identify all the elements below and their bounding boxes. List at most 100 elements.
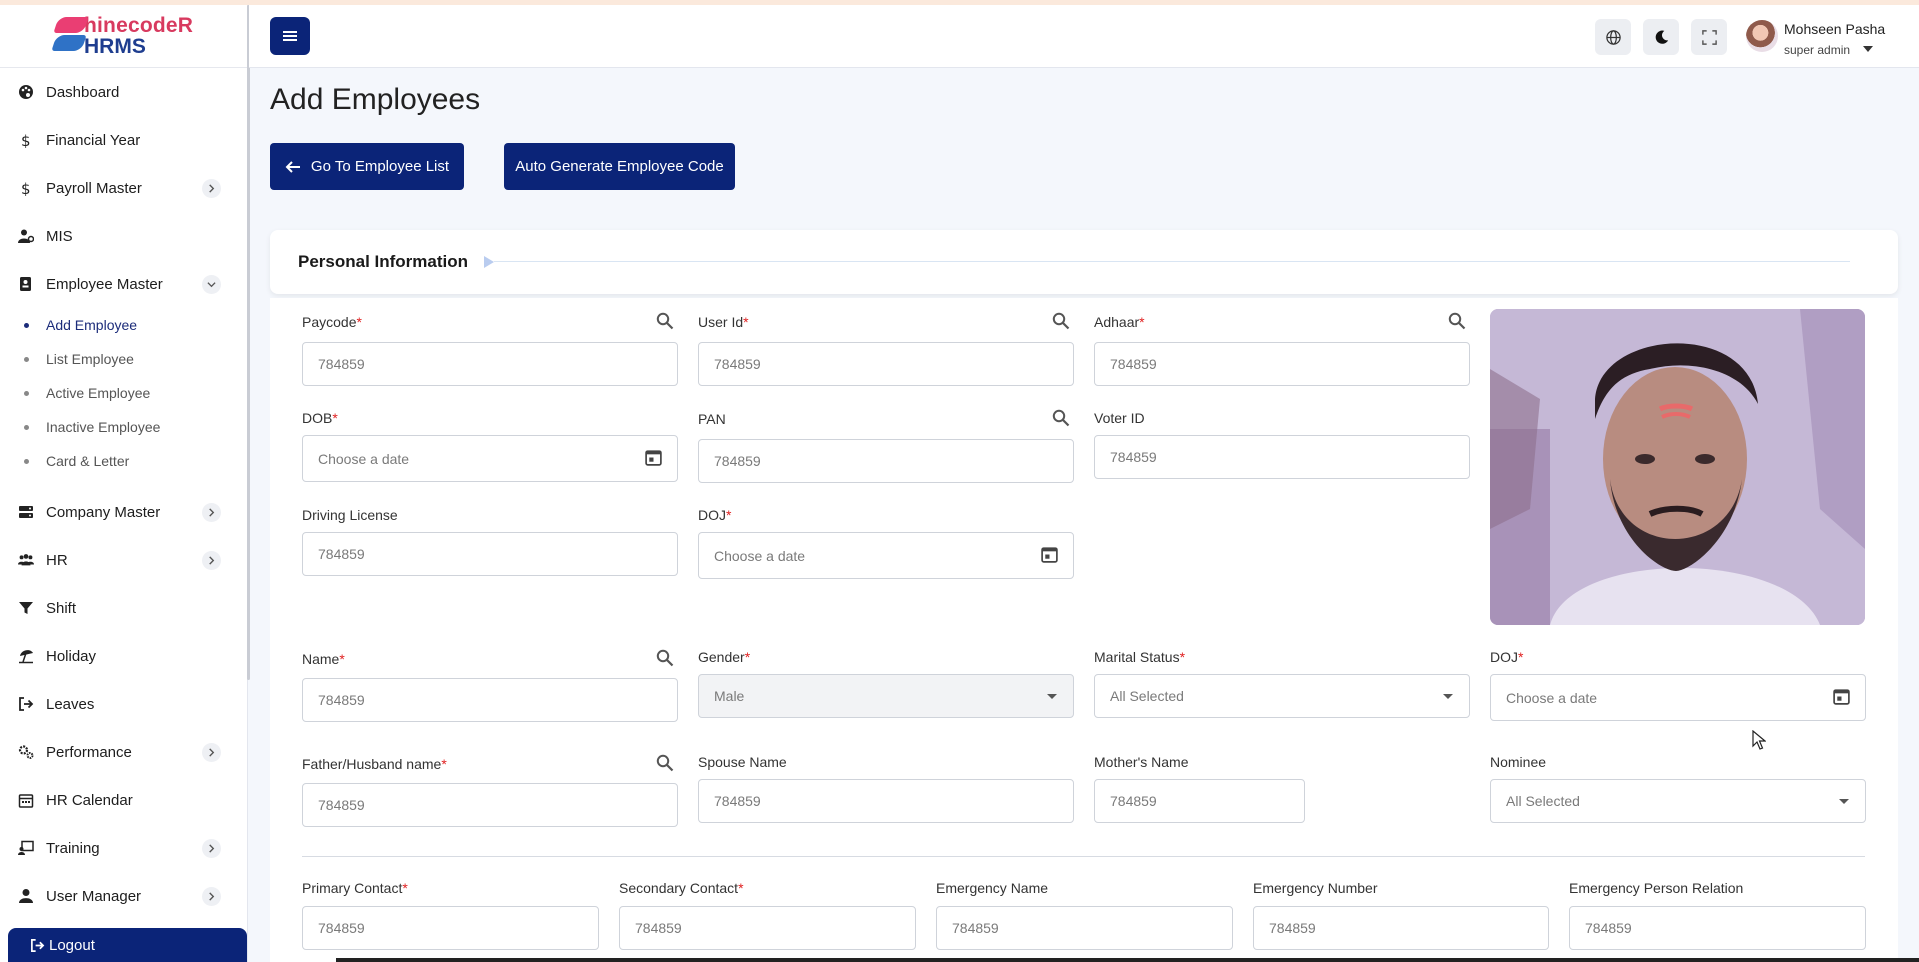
employee-photo [1490,309,1865,625]
calendar-icon [18,792,46,808]
dob-date-input[interactable]: Choose a date [302,435,678,482]
sidebar-subitem-inactive-employee[interactable]: Inactive Employee [0,410,247,444]
emergency-person-relation-input[interactable]: 784859 [1569,906,1866,950]
emergency-number-input[interactable]: 784859 [1253,906,1549,950]
brand-logo[interactable]: hinecodeR HRMS [0,5,247,68]
dob-label: DOB* [302,410,338,426]
doj-label: DOJ* [698,507,732,523]
primary-contact-input[interactable]: 784859 [302,906,599,950]
sidebar-scrollbar[interactable] [247,5,250,680]
sidebar-item-label: Financial Year [46,131,141,149]
sidebar-item-dashboard[interactable]: Dashboard [0,68,247,116]
sidebar-item-label: Shift [46,599,77,617]
sidebar-subitem-add-employee[interactable]: Add Employee [0,308,247,342]
horizontal-scrollbar[interactable] [336,958,1919,962]
sidebar-item-leaves[interactable]: Leaves [0,680,247,728]
sidebar-item-employee-master[interactable]: Employee Master [0,260,247,308]
user-profile-menu[interactable]: Mohseen Pasha super admin [1746,15,1906,59]
secondary-contact-input[interactable]: 784859 [619,906,916,950]
globe-icon [1605,29,1621,45]
id-badge-icon [18,276,46,292]
chevron-down-icon[interactable] [202,275,221,294]
sidebar-item-holiday[interactable]: Holiday [0,632,247,680]
search-icon[interactable] [1448,312,1466,330]
sidebar-item-label: Training [46,839,100,857]
name-input[interactable]: 784859 [302,678,678,722]
search-icon[interactable] [656,312,674,330]
sidebar-item-user-manager[interactable]: User Manager [0,872,247,920]
profile-photo-image [1490,309,1865,625]
sidebar-item-payroll-master[interactable]: $ Payroll Master [0,164,247,212]
search-icon[interactable] [656,649,674,667]
language-button[interactable] [1595,19,1631,55]
caret-down-icon [1839,799,1849,804]
user-id-input[interactable]: 784859 [698,342,1074,386]
doj-date-input-2[interactable]: Choose a date [1490,674,1866,721]
sidebar-item-hr[interactable]: HR [0,536,247,584]
doj-label-2: DOJ* [1490,649,1524,665]
brand-suffix: HRMS [84,35,146,58]
chevron-right-icon[interactable] [202,839,221,858]
search-icon[interactable] [1052,312,1070,330]
spouse-name-input[interactable]: 784859 [698,779,1074,823]
father-husband-name-input[interactable]: 784859 [302,783,678,827]
voter-id-input[interactable]: 784859 [1094,435,1470,479]
chevron-right-icon[interactable] [202,887,221,906]
gender-select[interactable]: Male [698,674,1074,718]
calendar-icon[interactable] [1040,545,1059,564]
sidebar-item-training[interactable]: Training [0,824,247,872]
sidebar-subitem-label: Card & Letter [46,453,130,469]
sidebar-item-label: Performance [46,743,132,761]
calendar-icon[interactable] [644,448,663,467]
chevron-right-icon[interactable] [202,551,221,570]
chevron-right-icon[interactable] [202,179,221,198]
sidebar-item-mis[interactable]: MIS [0,212,247,260]
driving-license-input[interactable]: 784859 [302,532,678,576]
sidebar-subitem-list-employee[interactable]: List Employee [0,342,247,376]
sign-out-icon [18,696,46,712]
logo-icon [51,15,92,57]
sidebar-item-financial-year[interactable]: $ Financial Year [0,116,247,164]
sidebar-nav: Dashboard $ Financial Year $ Payroll Mas… [0,68,247,308]
user-id-label: User Id* [698,314,749,330]
sidebar-item-label: Payroll Master [46,179,142,197]
paycode-label: Paycode* [302,314,362,330]
section-title: Personal Information [298,252,469,271]
caret-down-icon [1443,694,1453,699]
sidebar-item-hr-calendar[interactable]: HR Calendar [0,776,247,824]
sidebar-subitem-card-letter[interactable]: Card & Letter [0,444,247,478]
chevron-right-icon[interactable] [202,743,221,762]
search-icon[interactable] [656,754,674,772]
chevron-right-icon[interactable] [202,503,221,522]
go-to-employee-list-button[interactable]: Go To Employee List [270,143,464,190]
fullscreen-button[interactable] [1691,19,1727,55]
sidebar-item-company-master[interactable]: Company Master [0,488,247,536]
mouse-cursor-icon [1752,730,1766,750]
bullet-icon [24,424,29,430]
paycode-input[interactable]: 784859 [302,342,678,386]
sidebar-subitem-label: List Employee [46,351,134,367]
doj-date-input[interactable]: Choose a date [698,532,1074,579]
theme-toggle-button[interactable] [1643,19,1679,55]
nominee-select[interactable]: All Selected [1490,779,1866,823]
mothers-name-input[interactable]: 784859 [1094,779,1305,823]
sidebar-nav-lower: Company Master HR Shift Holiday Leaves P… [0,488,247,920]
nominee-label: Nominee [1490,754,1547,770]
emergency-name-input[interactable]: 784859 [936,906,1233,950]
adhaar-label: Adhaar* [1094,314,1145,330]
calendar-icon[interactable] [1832,687,1851,706]
search-icon[interactable] [1052,409,1070,427]
marital-status-select[interactable]: All Selected [1094,674,1470,718]
server-icon [18,504,46,520]
adhaar-input[interactable]: 784859 [1094,342,1470,386]
father-husband-name-label: Father/Husband name* [302,756,447,772]
sidebar-item-performance[interactable]: Performance [0,728,247,776]
dollar-icon: $ [18,180,46,196]
auto-generate-code-button[interactable]: Auto Generate Employee Code [504,143,735,190]
menu-toggle-button[interactable] [270,17,310,55]
sidebar-item-shift[interactable]: Shift [0,584,247,632]
sidebar-subitem-active-employee[interactable]: Active Employee [0,376,247,410]
logout-button[interactable]: Logout [8,928,247,962]
pan-input[interactable]: 784859 [698,439,1074,483]
sidebar-item-label: Company Master [46,503,161,521]
